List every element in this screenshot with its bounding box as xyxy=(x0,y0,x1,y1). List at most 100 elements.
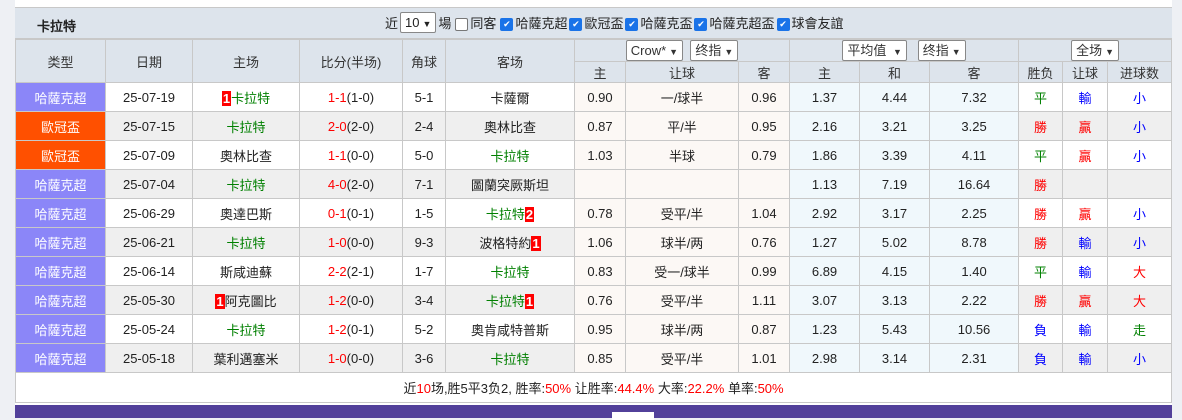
score[interactable]: 1-1(1-0) xyxy=(299,82,403,112)
result-1: 贏 xyxy=(1062,285,1109,315)
col-type: 类型 xyxy=(15,39,106,83)
away-team[interactable]: 圖蘭突厥斯坦 xyxy=(445,169,575,199)
avg-odds-2: 2.22 xyxy=(929,285,1020,315)
league-type[interactable]: 哈薩克超 xyxy=(15,82,106,112)
company-odds-1: 受平/半 xyxy=(625,198,739,228)
recent-count-select[interactable]: 10 ▼ xyxy=(400,12,437,33)
checkbox[interactable]: ✔ xyxy=(569,18,583,32)
away-team[interactable]: 卡拉特 xyxy=(445,343,575,373)
league-type[interactable]: 哈薩克超 xyxy=(15,314,106,344)
avg-odds-0: 1.23 xyxy=(789,314,861,344)
away-team[interactable]: 卡拉特 xyxy=(445,256,575,286)
team-title: 卡拉特 xyxy=(37,19,77,34)
league-type[interactable]: 歐冠盃 xyxy=(15,111,106,141)
league-type[interactable]: 哈薩克超 xyxy=(15,227,106,257)
home-team[interactable]: 1卡拉特 xyxy=(192,82,300,112)
home-name: 阿克圖比 xyxy=(224,293,277,309)
avg-mode-value: 终指 xyxy=(922,43,949,58)
result-0: 勝 xyxy=(1018,285,1064,315)
home-team[interactable]: 卡拉特 xyxy=(192,111,300,141)
filter-4[interactable]: ✔ 哈薩克超盃 xyxy=(692,13,775,32)
result-1: 贏 xyxy=(1062,111,1109,141)
checkbox[interactable]: ✔ xyxy=(694,18,708,32)
games-label: 場 xyxy=(438,16,452,31)
league-type[interactable]: 哈薩克超 xyxy=(15,285,106,315)
score[interactable]: 1-2(0-0) xyxy=(299,285,403,315)
rank-badge: 2 xyxy=(524,206,535,222)
result-0: 負 xyxy=(1018,343,1064,373)
league-type[interactable]: 歐冠盃 xyxy=(15,140,106,170)
away-team[interactable]: 奧林比查 xyxy=(445,111,575,141)
away-team[interactable]: 卡拉特2 xyxy=(445,198,575,228)
score[interactable]: 1-0(0-0) xyxy=(299,227,403,257)
away-team[interactable]: 卡薩爾 xyxy=(445,82,575,112)
away-team[interactable]: 卡拉特1 xyxy=(445,285,575,315)
away-team[interactable]: 卡拉特 xyxy=(445,140,575,170)
filter-2[interactable]: ✔ 歐冠盃 xyxy=(567,13,623,32)
score[interactable]: 2-0(2-0) xyxy=(299,111,403,141)
full-score: 2-0 xyxy=(327,118,347,134)
half-score: (2-0) xyxy=(346,176,375,192)
avg-odds-0: 2.98 xyxy=(789,343,861,373)
avg-odds-1: 4.15 xyxy=(859,256,931,286)
away-team[interactable]: 波格特約1 xyxy=(445,227,575,257)
checkbox[interactable]: ✔ xyxy=(776,18,790,32)
checkbox[interactable]: ✔ xyxy=(500,18,514,32)
scope-select[interactable]: 全场 ▼ xyxy=(1071,40,1120,61)
result-2: 小 xyxy=(1107,111,1173,141)
home-team[interactable]: 卡拉特 xyxy=(192,314,300,344)
home-team[interactable]: 奧達巴斯 xyxy=(192,198,300,228)
league-type[interactable]: 哈薩克超 xyxy=(15,169,106,199)
full-score: 4-0 xyxy=(327,176,347,192)
score[interactable]: 1-2(0-1) xyxy=(299,314,403,344)
table-row: 哈薩克超 25-06-21 卡拉特 1-0(0-0) 9-3 波格特約1 1.06 球半/两 0… xyxy=(15,227,1173,257)
score[interactable]: 0-1(0-1) xyxy=(299,198,403,228)
full-score: 1-1 xyxy=(327,147,347,163)
home-team[interactable]: 奧林比查 xyxy=(192,140,300,170)
result-1: 贏 xyxy=(1062,198,1109,228)
away-team[interactable]: 奧肯咸特普斯 xyxy=(445,314,575,344)
league-type[interactable]: 哈薩克超 xyxy=(15,343,106,373)
avg-odds-2: 16.64 xyxy=(929,169,1020,199)
checkbox[interactable]: ✔ xyxy=(625,18,639,32)
table-row: 歐冠盃 25-07-15 卡拉特 2-0(2-0) 2-4 奧林比查 0.87 平/半 0.95… xyxy=(15,111,1173,141)
match-date: 25-07-19 xyxy=(105,82,193,112)
home-team[interactable]: 斯咸迪蘇 xyxy=(192,256,300,286)
half-score: (0-1) xyxy=(346,205,375,221)
company-odds-0: 1.03 xyxy=(574,140,626,170)
subcol-1: 让球 xyxy=(625,61,739,83)
company-select[interactable]: Crow* ▼ xyxy=(625,40,684,61)
score[interactable]: 2-2(2-1) xyxy=(299,256,403,286)
league-type[interactable]: 哈薩克超 xyxy=(15,198,106,228)
score[interactable]: 1-1(0-0) xyxy=(299,140,403,170)
corners: 1-5 xyxy=(402,198,446,228)
avg-select[interactable]: 平均值 ▼ xyxy=(842,40,907,61)
result-2 xyxy=(1107,169,1173,199)
score[interactable]: 1-0(0-0) xyxy=(299,343,403,373)
result-2: 走 xyxy=(1107,314,1173,344)
avg-mode-select[interactable]: 终指 ▼ xyxy=(917,40,966,61)
result-0: 勝 xyxy=(1018,111,1064,141)
filter-5[interactable]: ✔ 球會友誼 xyxy=(775,13,844,32)
score[interactable]: 4-0(2-0) xyxy=(299,169,403,199)
home-team[interactable]: 葉利邁塞米 xyxy=(192,343,300,373)
filter-0[interactable]: 同客 xyxy=(453,13,496,32)
next-section-control[interactable] xyxy=(612,412,654,420)
title-bar: 卡拉特 近 10 ▼ 場 同客 ✔ 哈薩克超 ✔ 歐冠盃 ✔ 哈薩克盃 ✔ 哈薩克超盃 ✔ 球會友誼 xyxy=(15,8,1172,39)
company-mode-select[interactable]: 终指 ▼ xyxy=(690,40,739,61)
half-score: (0-0) xyxy=(346,234,375,250)
league-type[interactable]: 哈薩克超 xyxy=(15,256,106,286)
half-score: (0-1) xyxy=(346,321,375,337)
hcap-rate: 44.4% xyxy=(617,381,655,396)
company-odds-0: 0.83 xyxy=(574,256,626,286)
summary-record: 场,胜5平3负2, 胜率: xyxy=(430,381,546,396)
home-team[interactable]: 1阿克圖比 xyxy=(192,285,300,315)
away-name: 卡拉特 xyxy=(490,264,530,280)
avg-odds-1: 3.17 xyxy=(859,198,931,228)
checkbox[interactable] xyxy=(455,18,469,32)
home-team[interactable]: 卡拉特 xyxy=(192,169,300,199)
filter-3[interactable]: ✔ 哈薩克盃 xyxy=(623,13,692,32)
filter-1[interactable]: ✔ 哈薩克超 xyxy=(498,13,567,32)
home-team[interactable]: 卡拉特 xyxy=(192,227,300,257)
table-row: 哈薩克超 25-07-19 1卡拉特 1-1(1-0) 5-1 卡薩爾 0.90 一/球半 0.… xyxy=(15,82,1173,112)
